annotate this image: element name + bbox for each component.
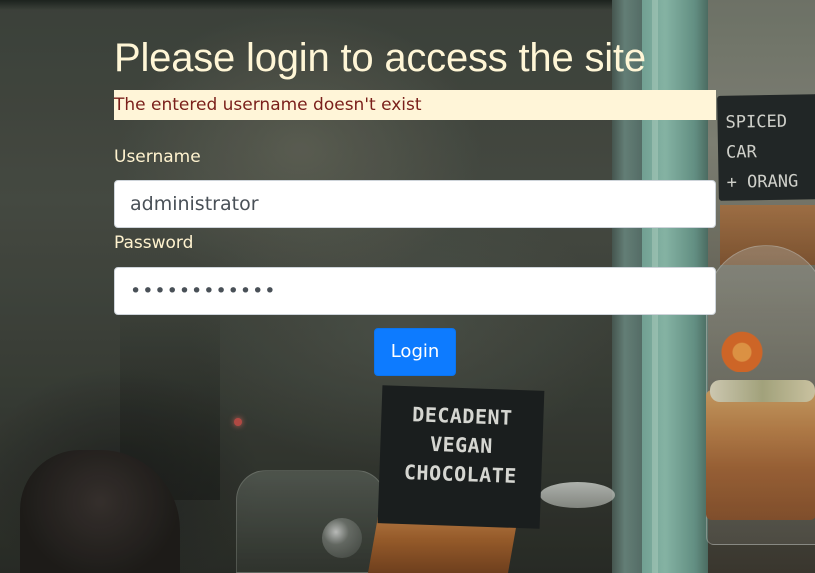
- page-title: Please login to access the site: [114, 36, 646, 80]
- login-button[interactable]: Login: [373, 328, 457, 376]
- error-alert: The entered username doesn't exist: [114, 90, 716, 120]
- button-row: Login: [114, 328, 716, 376]
- username-input[interactable]: [114, 180, 716, 228]
- password-input[interactable]: [114, 267, 716, 315]
- password-label: Password: [114, 233, 194, 253]
- username-label: Username: [114, 147, 201, 167]
- login-form-container: Please login to access the site The ente…: [114, 34, 716, 376]
